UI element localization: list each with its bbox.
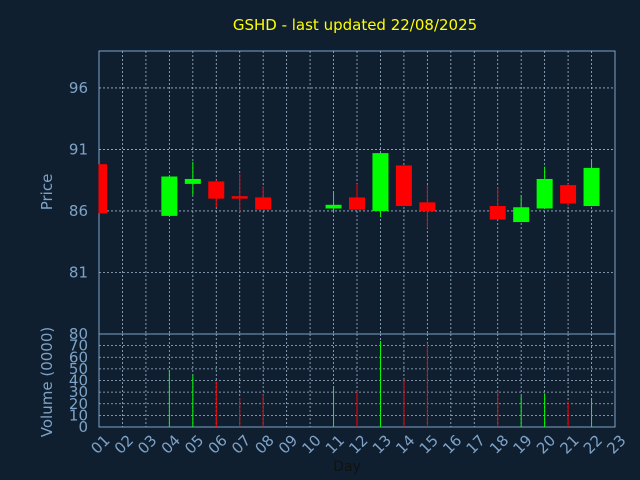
candle-body [99,164,107,214]
day-tick-label: 11 [322,431,348,457]
day-tick-label: 17 [463,431,489,457]
price-panel: 81 86 91 96 [69,50,616,335]
day-tick-label: 18 [486,431,512,457]
volume-axis-label: Volume (0000) [38,327,56,437]
volume-tick-label: 80 [69,325,88,343]
candle-body [395,165,412,207]
candle-body [161,176,178,216]
price-tick-label: 96 [69,79,88,97]
candle-body [349,197,365,210]
day-tick-label: 01 [87,431,113,457]
day-tick-label: 09 [275,431,301,457]
candle-body [208,181,225,199]
stock-chart: GSHD - last updated 22/08/2025 Price Vol… [38,16,630,475]
day-tick-label: 19 [510,431,536,457]
candle-body [372,153,389,211]
day-tick-label: 23 [603,431,629,457]
candle-body [255,197,272,210]
price-axis-label: Price [38,174,56,211]
day-tick-label: 13 [369,431,395,457]
price-tick-label: 86 [69,202,88,220]
candle-body [419,202,436,211]
day-tick-label: 04 [158,431,184,457]
candle-body [536,178,553,209]
x-axis-label: Day [333,459,361,475]
candle-body [489,206,506,220]
candle-body [325,204,342,209]
candle-body [583,167,600,207]
day-tick-label: 22 [580,431,606,457]
day-tick-label: 16 [439,431,465,457]
day-tick-label: 05 [181,431,207,457]
candle-body [560,185,577,204]
candle-body [184,178,201,184]
price-tick-label: 91 [69,140,88,158]
day-tick-label: 20 [533,431,559,457]
day-tick-label: 02 [111,431,137,457]
day-tick-label: 06 [205,431,231,457]
x-axis-ticks: 0102030405060708091011121314151617181920… [87,431,629,457]
day-tick-label: 07 [228,431,254,457]
volume-panel: 01020304050607080 [69,325,616,436]
day-tick-label: 14 [392,431,418,457]
day-tick-label: 08 [252,431,278,457]
candle-body [231,196,248,199]
day-tick-label: 21 [556,431,582,457]
chart-title: GSHD - last updated 22/08/2025 [233,16,477,34]
day-tick-label: 03 [134,431,160,457]
day-tick-label: 10 [298,431,324,457]
price-tick-label: 81 [69,263,88,281]
day-tick-label: 12 [345,431,371,457]
day-tick-label: 15 [416,431,442,457]
candle-body [513,207,530,223]
